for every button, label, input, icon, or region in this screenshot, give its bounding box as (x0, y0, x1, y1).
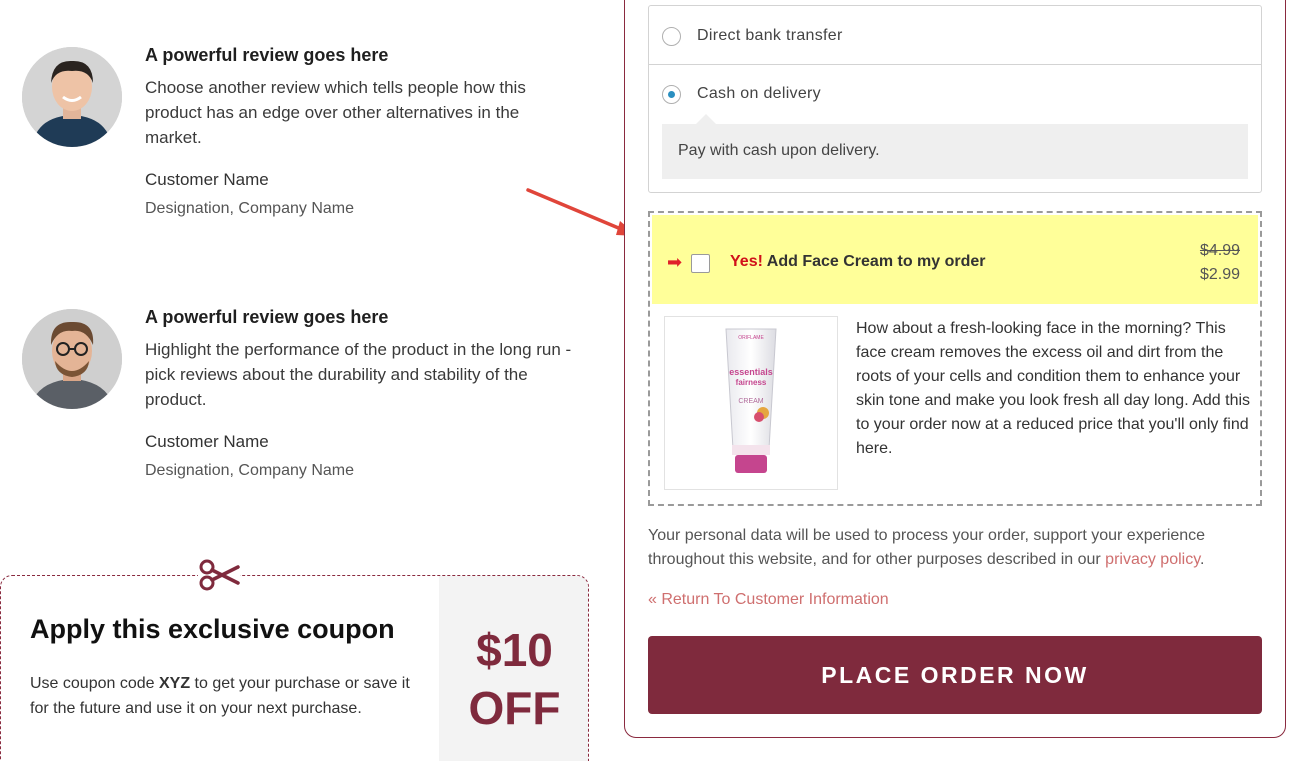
order-bump-title[interactable]: Yes! Add Face Cream to my order (730, 253, 986, 271)
privacy-notice: Your personal data will be used to proce… (648, 524, 1268, 572)
old-price: $4.99 (1199, 242, 1240, 259)
payment-option-cash-on-delivery[interactable]: Cash on delivery (662, 82, 821, 106)
payment-option-bank-transfer[interactable]: Direct bank transfer (662, 24, 843, 48)
privacy-end: . (1200, 551, 1205, 568)
product-brand: ORIFLAME (738, 335, 764, 341)
coupon-text: Use coupon code XYZ to get your purchase… (30, 671, 420, 721)
payment-option-label: Direct bank transfer (697, 27, 843, 44)
review-text: Choose another review which tells people… (145, 78, 526, 147)
review-title: A powerful review goes here (145, 307, 389, 327)
place-order-button[interactable]: PLACE ORDER NOW (648, 636, 1262, 714)
coupon-details: Apply this exclusive coupon Use coupon c… (30, 614, 420, 721)
avatar (22, 47, 122, 147)
coupon-text-before: Use coupon code (30, 675, 159, 692)
arrow-right-icon: ➡ (667, 252, 683, 272)
order-bump-checkbox[interactable] (691, 254, 710, 273)
coupon-code: XYZ (158, 675, 191, 692)
radio-bank-transfer[interactable] (662, 26, 681, 46)
review-body: A powerful review goes here Highlight th… (145, 307, 575, 480)
product-name-line2: fairness (736, 378, 767, 387)
avatar (22, 309, 122, 409)
review-text: Highlight the performance of the product… (145, 340, 572, 409)
review-body: A powerful review goes here Choose anoth… (145, 45, 575, 218)
product-name-line1: essentials (729, 367, 773, 377)
payment-methods: Direct bank transfer Cash on delivery Pa… (648, 5, 1262, 193)
coupon-amount: $10 (476, 624, 553, 676)
coupon-off-label: OFF (468, 682, 561, 734)
privacy-policy-link[interactable]: privacy policy (1105, 551, 1200, 568)
payment-option-label: Cash on delivery (697, 85, 821, 102)
return-to-customer-info-link[interactable]: « Return To Customer Information (648, 591, 889, 609)
order-bump-title-text: Add Face Cream to my order (762, 253, 986, 270)
order-bump-description: How about a fresh-looking face in the mo… (856, 320, 1251, 457)
customer-designation: Designation, Company Name (145, 462, 354, 479)
scissors-icon (198, 556, 240, 594)
order-bump: ➡ Yes! Add Face Cream to my order $4.99 … (648, 211, 1262, 506)
customer-name: Customer Name (145, 170, 269, 189)
customer-designation: Designation, Company Name (145, 200, 354, 217)
payment-description: Pay with cash upon delivery. (662, 124, 1248, 179)
order-bump-header[interactable]: ➡ Yes! Add Face Cream to my order $4.99 … (652, 215, 1258, 304)
product-image: ORIFLAME essentials fairness CREAM (664, 316, 838, 490)
review-title: A powerful review goes here (145, 45, 389, 65)
divider (649, 64, 1261, 65)
order-bump-yes: Yes! (730, 253, 763, 270)
description-notch (696, 114, 716, 124)
coupon-value-panel: $10 OFF (439, 576, 588, 761)
coupon-card: Apply this exclusive coupon Use coupon c… (0, 575, 589, 761)
radio-cash-on-delivery[interactable] (662, 84, 681, 104)
page: A powerful review goes here Choose anoth… (0, 0, 1292, 761)
new-price: $2.99 (1199, 266, 1240, 283)
product-label: CREAM (738, 398, 763, 405)
customer-name: Customer Name (145, 432, 269, 451)
coupon-title: Apply this exclusive coupon (30, 614, 395, 644)
